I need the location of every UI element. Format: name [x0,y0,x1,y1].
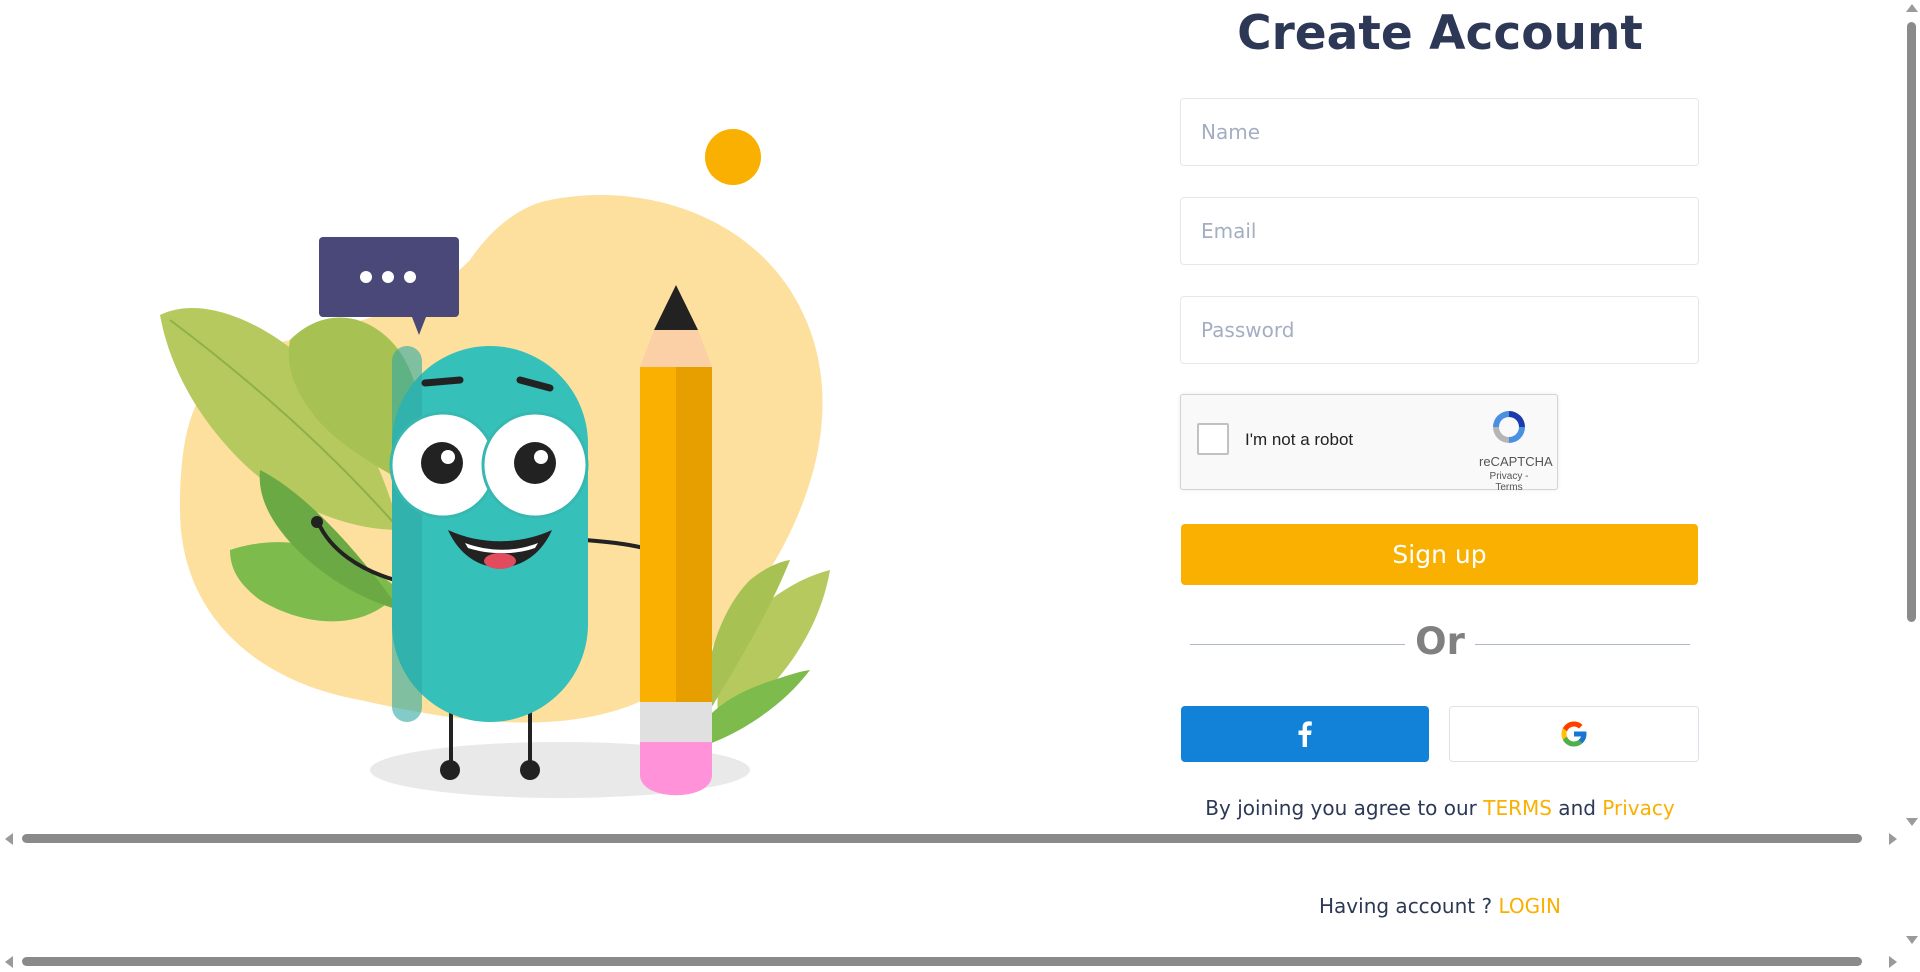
name-input[interactable] [1180,98,1699,166]
outer-scroll-right-arrow-icon[interactable] [1889,956,1897,968]
terms-link[interactable]: TERMS [1483,796,1552,820]
login-text: Having account ? LOGIN [1180,894,1700,918]
character-body [389,346,589,722]
pencil [640,285,712,796]
outer-horizontal-scroll-thumb[interactable] [22,957,1862,966]
divider-line-right [1475,644,1690,645]
login-prompt: Having account ? [1319,894,1499,918]
outer-scroll-down-arrow-icon[interactable] [1906,936,1918,944]
vertical-scroll-thumb[interactable] [1907,22,1916,622]
privacy-link[interactable]: Privacy [1602,796,1674,820]
page-title: Create Account [1237,6,1643,61]
outer-vertical-scrollbar[interactable] [1903,930,1920,952]
or-label: Or [1415,620,1465,663]
scroll-down-arrow-icon[interactable] [1906,818,1918,826]
horizontal-scrollbar-inner[interactable] [0,830,1905,847]
recaptcha-icon [1493,411,1525,443]
terms-and: and [1551,796,1603,820]
recaptcha-label: I'm not a robot [1245,430,1354,449]
terms-text: By joining you agree to our TERMS and Pr… [1180,796,1700,820]
signup-form: Create Account I'm not a robot reCAPTCHA… [1180,0,1700,972]
horizontal-scroll-thumb[interactable] [22,834,1862,843]
recaptcha-widget: I'm not a robot reCAPTCHA Privacy - Term… [1180,394,1558,493]
google-login-button[interactable] [1449,706,1699,762]
facebook-icon [1298,721,1312,747]
scroll-up-arrow-icon[interactable] [1906,4,1918,12]
signup-button[interactable]: Sign up [1181,524,1698,585]
sun-circle [705,129,761,185]
login-link[interactable]: LOGIN [1498,894,1561,918]
recaptcha-links[interactable]: Privacy - Terms [1479,471,1539,493]
recaptcha-brand: reCAPTCHA [1479,454,1553,469]
recaptcha-logo: reCAPTCHA Privacy - Terms [1479,407,1553,493]
scroll-left-arrow-icon[interactable] [5,833,13,845]
scroll-right-arrow-icon[interactable] [1889,833,1897,845]
outer-scroll-left-arrow-icon[interactable] [5,956,13,968]
horizontal-scrollbar-outer[interactable] [0,953,1905,970]
or-divider: Or [1190,620,1690,670]
email-input[interactable] [1180,197,1699,265]
password-input[interactable] [1180,296,1699,364]
vertical-scrollbar[interactable] [1903,0,1920,830]
google-icon [1561,721,1587,747]
signup-illustration [160,129,830,798]
facebook-login-button[interactable] [1181,706,1429,762]
recaptcha-checkbox[interactable] [1197,423,1229,455]
terms-prefix: By joining you agree to our [1205,796,1484,820]
